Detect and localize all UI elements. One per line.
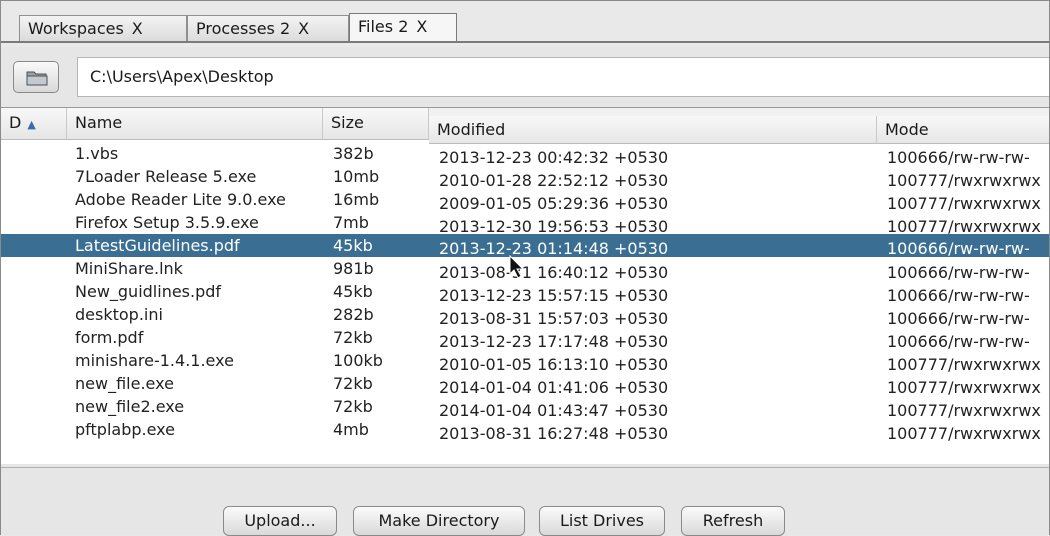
cell-name: pftplabp.exe: [75, 420, 175, 439]
cell-name: Firefox Setup 3.5.9.exe: [75, 213, 259, 232]
tab-label: Workspaces: [28, 19, 124, 38]
cell-size: 7mb: [333, 213, 369, 232]
file-table: D ▲ Name Size Modified Mode 1.vbs 382b 2013…: [1, 107, 1049, 464]
cell-size: 72kb: [333, 328, 373, 347]
action-bar: Upload... Make Directory List Drives Ref…: [1, 467, 1049, 536]
table-row[interactable]: minishare-1.4.1.exe 100kb 2010-01-05 16:13…: [1, 349, 1049, 374]
cell-name: new_file.exe: [75, 374, 174, 393]
cell-size: 45kb: [333, 282, 373, 301]
cell-name: 7Loader Release 5.exe: [75, 167, 257, 186]
make-directory-button[interactable]: Make Directory: [353, 506, 525, 536]
upload-button[interactable]: Upload...: [223, 506, 337, 536]
table-row[interactable]: Adobe Reader Lite 9.0.exe 16mb 2009-01-05 …: [1, 188, 1049, 213]
table-row[interactable]: new_file.exe 72kb 2014-01-04 01:41:06 +053…: [1, 372, 1049, 397]
refresh-button[interactable]: Refresh: [681, 506, 785, 536]
cell-size: 72kb: [333, 374, 373, 393]
cell-name: desktop.ini: [75, 305, 163, 324]
file-browser-window: Workspaces X Processes 2 X Files 2 X C:\Use…: [0, 0, 1050, 536]
tab-strip: Workspaces X Processes 2 X Files 2 X: [1, 1, 1049, 47]
path-input[interactable]: C:\Users\Apex\Desktop: [77, 57, 1049, 97]
cell-size: 4mb: [333, 420, 369, 439]
cell-size: 16mb: [333, 190, 380, 209]
table-row[interactable]: Firefox Setup 3.5.9.exe 7mb 2013-12-30 19:…: [1, 211, 1049, 236]
cell-name: Adobe Reader Lite 9.0.exe: [75, 190, 286, 209]
tab-label: Processes 2: [196, 19, 291, 38]
cell-size: 72kb: [333, 397, 373, 416]
cell-name: LatestGuidelines.pdf: [75, 236, 240, 255]
table-row[interactable]: desktop.ini 282b 2013-08-31 15:57:03 +0530…: [1, 303, 1049, 328]
cell-size: 10mb: [333, 167, 380, 186]
table-row[interactable]: LatestGuidelines.pdf 45kb 2013-12-23 01:14…: [1, 234, 1049, 258]
cell-size: 100kb: [333, 351, 383, 370]
table-header: D ▲ Name Size Modified Mode: [1, 108, 1049, 144]
tab-close-button[interactable]: X: [298, 19, 309, 38]
list-drives-button[interactable]: List Drives: [539, 506, 665, 536]
tab-close-button[interactable]: X: [416, 17, 427, 36]
table-row[interactable]: 7Loader Release 5.exe 10mb 2010-01-28 22:5…: [1, 165, 1049, 190]
table-row[interactable]: New_guidlines.pdf 45kb 2013-12-23 15:57:15…: [1, 280, 1049, 305]
cell-mode: 100777/rwxrwxrwx: [887, 424, 1041, 443]
sort-ascending-icon: ▲: [27, 118, 36, 131]
cell-name: minishare-1.4.1.exe: [75, 351, 234, 370]
cell-name: form.pdf: [75, 328, 144, 347]
column-header-size[interactable]: Size: [323, 108, 429, 140]
tab-strip-divider: [1, 41, 1049, 43]
cell-size: 282b: [333, 305, 374, 324]
column-header-modified[interactable]: Modified: [429, 116, 877, 144]
cell-name: New_guidlines.pdf: [75, 282, 222, 301]
browse-folder-button[interactable]: [13, 61, 59, 93]
column-header-d[interactable]: D ▲: [1, 108, 67, 140]
table-row[interactable]: new_file2.exe 72kb 2014-01-04 01:43:47 +05…: [1, 395, 1049, 420]
cell-name: 1.vbs: [75, 144, 119, 163]
cell-size: 981b: [333, 259, 374, 278]
cell-modified: 2013-08-31 16:27:48 +0530: [439, 424, 669, 443]
tab-label: Files 2: [358, 17, 409, 36]
tab-close-button[interactable]: X: [132, 19, 143, 38]
cell-size: 45kb: [333, 236, 373, 255]
tab-workspaces[interactable]: Workspaces X: [19, 15, 187, 41]
cell-name: MiniShare.lnk: [75, 259, 183, 278]
cell-size: 382b: [333, 144, 374, 163]
path-bar: C:\Users\Apex\Desktop: [1, 55, 1049, 101]
tab-files[interactable]: Files 2 X: [349, 13, 457, 43]
table-row[interactable]: pftplabp.exe 4mb 2013-08-31 16:27:48 +0530…: [1, 418, 1049, 443]
table-row[interactable]: form.pdf 72kb 2013-12-23 17:17:48 +0530 100…: [1, 326, 1049, 351]
column-header-name[interactable]: Name: [67, 108, 323, 140]
column-header-mode[interactable]: Mode: [877, 116, 1049, 144]
cell-name: new_file2.exe: [75, 397, 185, 416]
table-row[interactable]: 1.vbs 382b 2013-12-23 00:42:32 +0530 100666…: [1, 142, 1049, 167]
folder-icon: [26, 71, 48, 86]
tab-processes[interactable]: Processes 2 X: [187, 15, 349, 41]
mouse-cursor-icon: [509, 255, 525, 279]
